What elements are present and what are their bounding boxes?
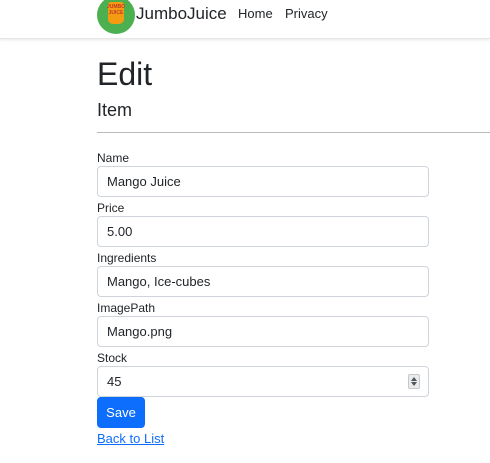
name-input[interactable]: Mango Juice [97, 166, 429, 197]
spinner-down-icon[interactable] [411, 382, 417, 386]
imagepath-input[interactable]: Mango.png [97, 316, 429, 347]
stock-spinner[interactable] [408, 374, 420, 389]
name-label: Name [97, 151, 130, 165]
back-to-list-link[interactable]: Back to List [97, 430, 164, 448]
nav-link-privacy[interactable]: Privacy [285, 5, 328, 23]
nav-link-home[interactable]: Home [238, 5, 273, 23]
save-button[interactable]: Save [97, 397, 145, 428]
divider [97, 132, 490, 133]
price-input[interactable]: 5.00 [97, 216, 429, 247]
ingredients-label: Ingredients [97, 251, 157, 265]
stock-label: Stock [97, 351, 128, 365]
top-navbar: JUMBO JUICE JumboJuice Home Privacy [0, 0, 490, 39]
logo-lettering: JUMBO JUICE [106, 4, 126, 16]
stock-input[interactable]: 45 [97, 366, 429, 397]
page-title: Edit [97, 56, 153, 92]
spinner-up-icon[interactable] [411, 377, 417, 381]
price-label: Price [97, 201, 125, 215]
stock-value: 45 [107, 374, 122, 389]
imagepath-label: ImagePath [97, 301, 156, 315]
page-subtitle: Item [97, 100, 133, 120]
brand-link[interactable]: JumboJuice [136, 3, 227, 25]
jumbojuice-logo-icon[interactable]: JUMBO JUICE [97, 0, 135, 34]
ingredients-input[interactable]: Mango, Ice-cubes [97, 266, 429, 297]
